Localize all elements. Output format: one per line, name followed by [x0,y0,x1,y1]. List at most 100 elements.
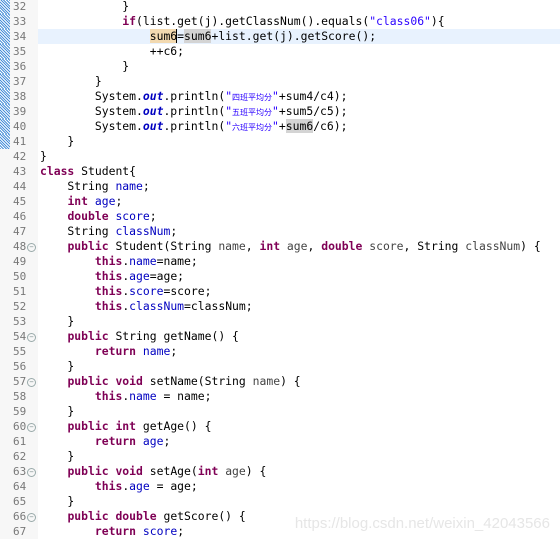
change-marker [0,44,10,59]
code-line[interactable]: 54− public String getName() { [0,329,560,344]
line-number: 62 [13,450,27,463]
code-text: double score; [40,209,156,224]
change-marker [0,104,10,119]
code-line[interactable]: 45 int age; [0,194,560,209]
code-line[interactable]: 43 class Student{ [0,164,560,179]
line-number: 42 [13,150,27,163]
fold-collapse-icon[interactable]: − [27,243,36,252]
code-line[interactable]: 32 } [0,0,560,14]
code-line[interactable]: 46 double score; [0,209,560,224]
code-token: System. [40,104,143,118]
code-editor[interactable]: 32 } 33 if(list.get(j).getClassNum().equa… [0,0,560,539]
code-text: this.age = age; [40,479,198,494]
keyword: return [94,344,137,358]
parameter: score [369,239,404,253]
fold-collapse-icon[interactable]: − [27,468,36,477]
code-token: +sum5/c5); [278,104,348,118]
code-token: } [40,494,75,508]
keyword: int [67,194,89,208]
keyword: class [40,164,75,178]
code-text: } [40,314,74,329]
code-line[interactable]: 55 return name; [0,344,560,359]
fold-collapse-icon[interactable]: − [27,423,36,432]
field: name [129,254,157,268]
line-number: 51 [13,285,27,298]
code-token: (list.get(j).getClassNum().equals( [136,14,370,28]
code-text: if(list.get(j).getClassNum().equals("cla… [40,14,444,29]
code-token: +sum4/c4); [278,89,348,103]
code-line[interactable]: 34 sum6=sum6+list.get(j).getScore(); [0,29,560,44]
keyword: this [94,269,123,283]
line-number: 34 [13,30,27,43]
fold-collapse-icon[interactable]: − [27,378,36,387]
line-number: 66 [13,510,27,523]
code-text: return name; [40,344,177,359]
line-number: 35 [13,45,27,58]
code-token: ++c6; [40,44,185,58]
code-token: } [40,449,75,463]
code-token: +list.get(j).getScore(); [211,29,377,43]
code-line[interactable]: 36 } [0,59,560,74]
line-number: 39 [13,105,27,118]
keyword: public [67,464,109,478]
code-line[interactable]: 53 } [0,314,560,329]
field: score [115,209,150,223]
code-token: , [307,239,322,253]
code-line[interactable]: 33 if(list.get(j).getClassNum().equals("… [0,14,560,29]
code-line[interactable]: 40 System.out.println("六班平均分"+sum6/c6); [0,119,560,134]
fold-collapse-icon[interactable]: − [27,513,36,522]
line-number: 60 [13,420,27,433]
occurrence-read: sum6 [184,29,212,43]
keyword: int [115,419,137,433]
fold-collapse-icon[interactable]: − [27,333,36,342]
code-line[interactable]: 63− public void setAge(int age) { [0,464,560,479]
code-line[interactable]: 62 } [0,449,560,464]
line-number: 46 [13,210,27,223]
code-line[interactable]: 52 this.classNum=classNum; [0,299,560,314]
string-literal: " [272,104,279,118]
change-marker [0,89,10,104]
code-text: } [40,59,129,74]
code-token: } [40,134,75,148]
code-line[interactable]: 51 this.score=score; [0,284,560,299]
code-line[interactable]: 35 ++c6; [0,44,560,59]
code-token: ; [177,524,185,538]
code-line[interactable]: 49 this.name=name; [0,254,560,269]
string-literal: " [272,119,279,133]
line-number: 58 [13,390,27,403]
code-line[interactable]: 65 } [0,494,560,509]
code-token: ) { [520,239,541,253]
code-line[interactable]: 44 String name; [0,179,560,194]
code-line[interactable]: 41 } [0,134,560,149]
change-marker [0,14,10,29]
code-line[interactable]: 56 } [0,359,560,374]
keyword: this [94,479,123,493]
code-line[interactable]: 37 } [0,74,560,89]
code-line[interactable]: 39 System.out.println("五班平均分"+sum5/c5); [0,104,560,119]
code-text: return age; [40,434,170,449]
text-caret: = [176,29,185,43]
code-line[interactable]: 61 return age; [0,434,560,449]
keyword: return [94,524,137,538]
code-text: sum6=sum6+list.get(j).getScore(); [40,29,377,44]
code-line[interactable]: 57− public void setName(String name) { [0,374,560,389]
code-line[interactable]: 38 System.out.println("四班平均分"+sum4/c4); [0,89,560,104]
code-token: } [40,404,75,418]
code-line[interactable]: 47 String classNum; [0,224,560,239]
code-line[interactable]: 58 this.name = name; [0,389,560,404]
code-line[interactable]: 48− public Student(String name, int age,… [0,239,560,254]
code-line[interactable]: 59 } [0,404,560,419]
code-token: setAge( [142,464,198,478]
code-text: } [40,404,74,419]
code-line[interactable]: 60− public int getAge() { [0,419,560,434]
code-line[interactable]: 64 this.age = age; [0,479,560,494]
code-line[interactable]: 42} [0,149,560,164]
line-number: 32 [13,0,27,13]
code-line[interactable]: 50 this.age=age; [0,269,560,284]
